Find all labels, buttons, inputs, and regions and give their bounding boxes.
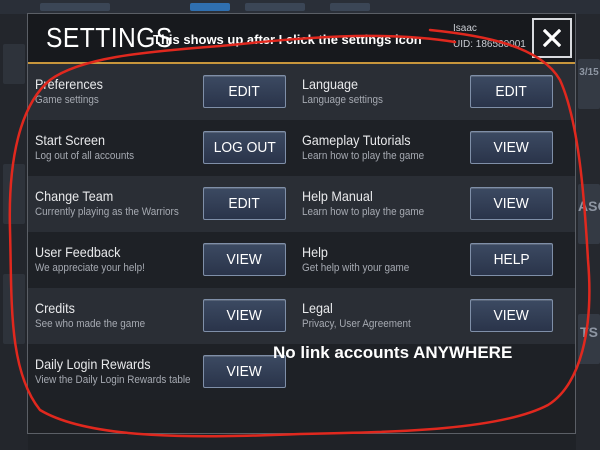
annotation-top-text: This shows up after I click the settings… (153, 32, 422, 47)
help-manual-view-button[interactable]: VIEW (470, 187, 553, 220)
daily-login-rewards-subtitle: View the Daily Login Rewards table (35, 374, 191, 386)
help-subtitle: Get help with your game (302, 262, 410, 274)
legal-subtitle: Privacy, User Agreement (302, 318, 411, 330)
preferences-title: Preferences (35, 76, 103, 92)
user-feedback-subtitle: We appreciate your help! (35, 262, 145, 274)
button-label: VIEW (493, 195, 530, 212)
start-screen-subtitle: Log out of all accounts (35, 150, 135, 162)
user-uid: UID: 186580001 (453, 39, 526, 50)
change-team-title: Change Team (35, 188, 114, 204)
close-button[interactable] (532, 18, 572, 58)
button-label: EDIT (495, 83, 528, 100)
button-label: EDIT (228, 83, 261, 100)
settings-row: Start Screen Log out of all accounts LOG… (28, 120, 575, 176)
credits-subtitle: See who made the game (35, 318, 146, 330)
button-label: LOG OUT (213, 139, 276, 156)
user-name: Isaac (453, 23, 477, 34)
legal-view-button[interactable]: VIEW (470, 299, 553, 332)
user-feedback-view-button[interactable]: VIEW (203, 243, 286, 276)
background-tile: ASO (578, 184, 600, 244)
language-title: Language (302, 76, 359, 92)
log-out-button[interactable]: LOG OUT (203, 131, 286, 164)
help-title: Help (302, 244, 328, 260)
settings-row: Change Team Currently playing as the War… (28, 176, 575, 232)
preferences-subtitle: Game settings (35, 94, 99, 106)
help-button[interactable]: HELP (470, 243, 553, 276)
change-team-edit-button[interactable]: EDIT (203, 187, 286, 220)
help-manual-subtitle: Learn how to play the game (302, 206, 425, 218)
button-label: HELP (493, 251, 530, 268)
user-feedback-title: User Feedback (35, 244, 121, 260)
button-label: VIEW (493, 307, 530, 324)
settings-row: Preferences Game settings EDIT Language … (28, 64, 575, 120)
language-subtitle: Language settings (302, 94, 383, 106)
settings-row: Credits See who made the game VIEW Legal… (28, 288, 575, 344)
background-tile: 3/15 (578, 59, 600, 109)
annotation-bottom-text: No link accounts ANYWHERE (273, 343, 513, 362)
background-tile: TS (578, 314, 600, 364)
credits-view-button[interactable]: VIEW (203, 299, 286, 332)
button-label: VIEW (226, 363, 263, 380)
start-screen-title: Start Screen (35, 132, 106, 148)
change-team-subtitle: Currently playing as the Warriors (35, 206, 179, 218)
background-left-panel (0, 14, 28, 450)
gameplay-tutorials-view-button[interactable]: VIEW (470, 131, 553, 164)
daily-login-rewards-title: Daily Login Rewards (35, 356, 151, 372)
button-label: VIEW (226, 307, 263, 324)
close-icon (543, 29, 561, 47)
background-right-panel: 3/15 ASO TS (576, 14, 600, 450)
background-top-bar (0, 0, 600, 14)
settings-dialog: SETTINGS This shows up after I click the… (27, 13, 576, 434)
language-edit-button[interactable]: EDIT (470, 75, 553, 108)
gameplay-tutorials-title: Gameplay Tutorials (302, 132, 411, 148)
settings-header: SETTINGS This shows up after I click the… (28, 14, 575, 64)
button-label: EDIT (228, 195, 261, 212)
legal-title: Legal (302, 300, 333, 316)
help-manual-title: Help Manual (302, 188, 373, 204)
settings-row: User Feedback We appreciate your help! V… (28, 232, 575, 288)
button-label: VIEW (493, 139, 530, 156)
gameplay-tutorials-subtitle: Learn how to play the game (302, 150, 425, 162)
credits-title: Credits (35, 300, 75, 316)
preferences-edit-button[interactable]: EDIT (203, 75, 286, 108)
button-label: VIEW (226, 251, 263, 268)
